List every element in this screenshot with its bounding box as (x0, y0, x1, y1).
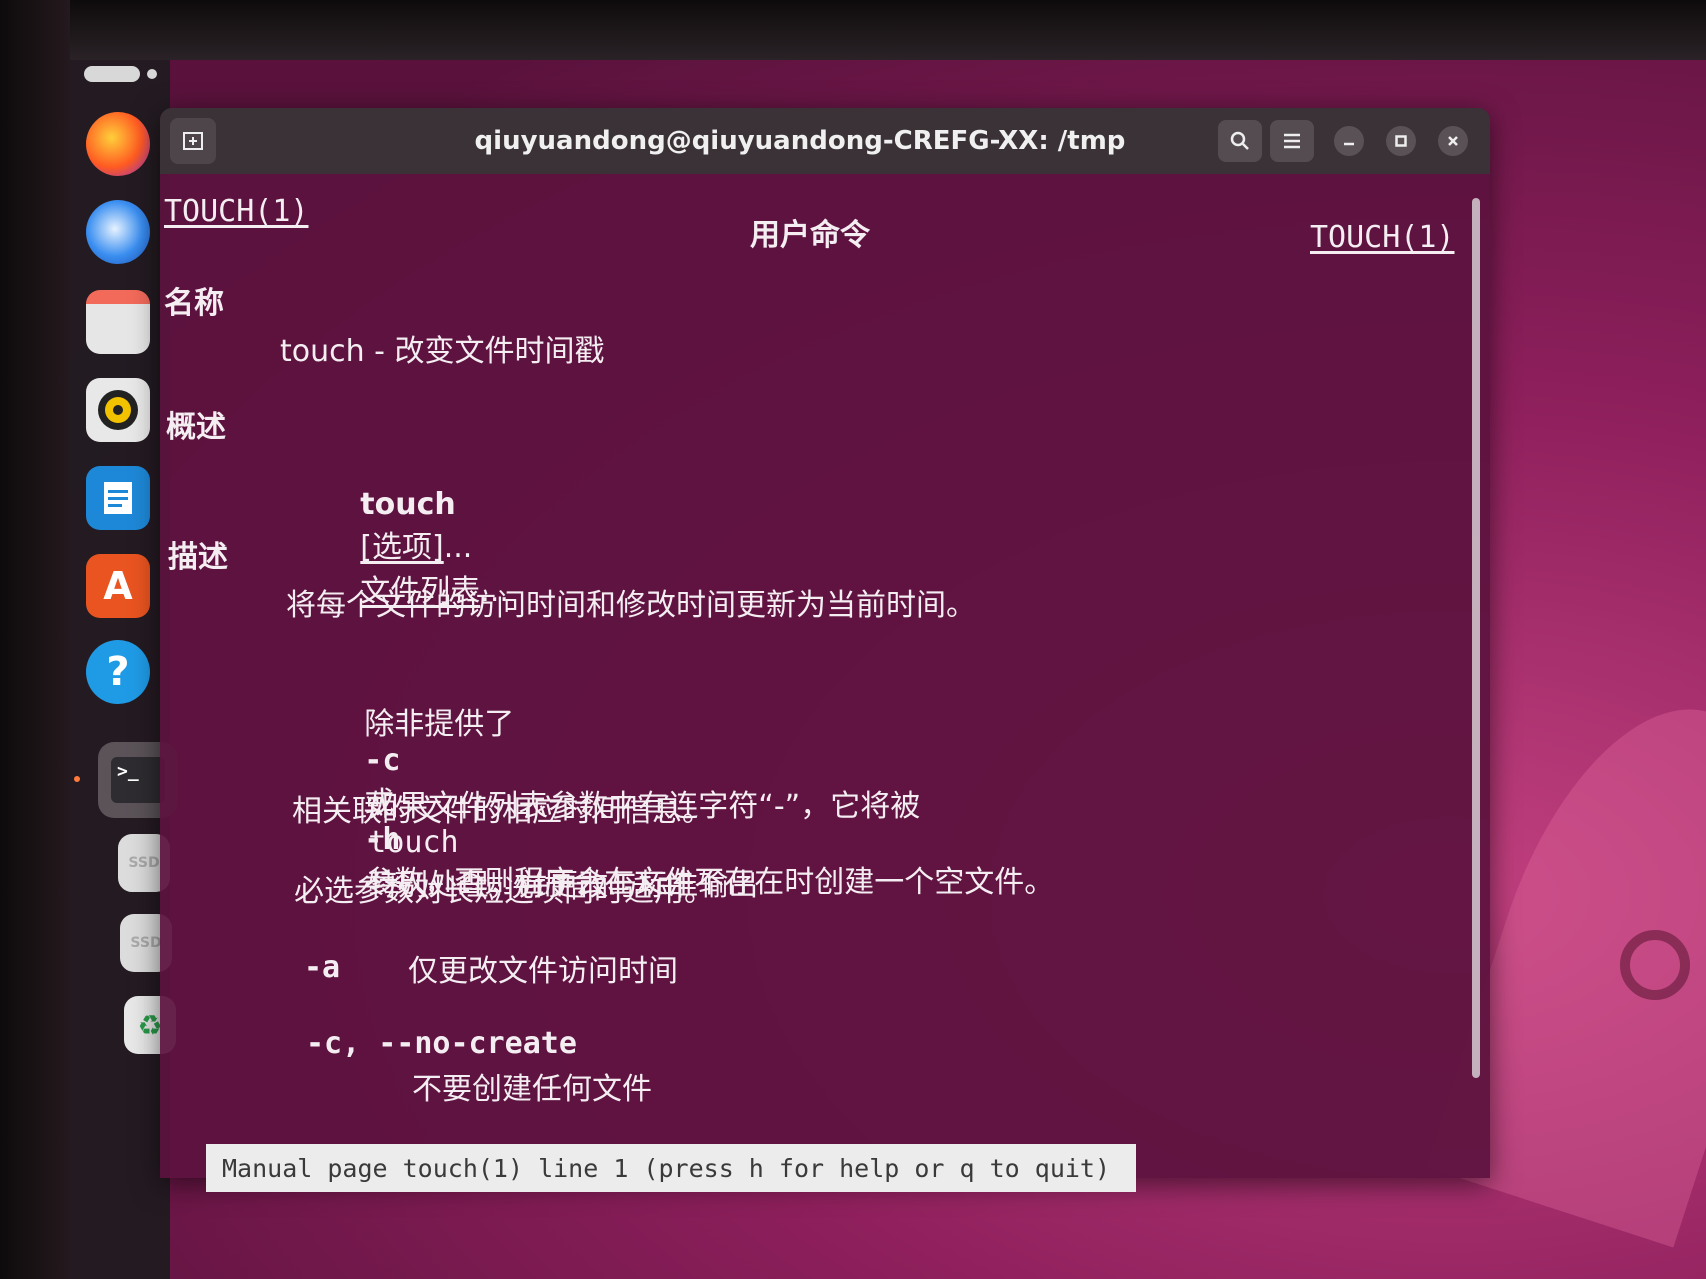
section-heading-name: 名称 (164, 286, 224, 321)
option-c-no-create: -c, --no-create (306, 1026, 577, 1061)
description-line: 将每个文件的访问时间和修改时间更新为当前时间。 (286, 588, 976, 623)
activities-button[interactable] (84, 66, 140, 82)
top-bar (0, 0, 1706, 60)
pager-status-line: Manual page touch(1) line 1 (press h for… (206, 1144, 1136, 1192)
running-indicator (74, 776, 80, 782)
scrollbar[interactable] (1472, 198, 1480, 1078)
screen-bezel (0, 0, 70, 1279)
description-line: 相关联的文件的相应时间信息。 (292, 794, 712, 829)
app-center-icon[interactable]: A (86, 554, 150, 618)
option-c-description: 不要创建任何文件 (412, 1072, 652, 1107)
close-button[interactable] (1438, 126, 1468, 156)
man-header-left: TOUCH(1) (164, 194, 309, 229)
minimize-button[interactable] (1334, 126, 1364, 156)
man-header-right: TOUCH(1) (1310, 220, 1455, 255)
terminal-window: qiuyuandong@qiuyuandong-CREFG-XX: /tmp T… (160, 108, 1490, 1178)
workspace-indicator (147, 69, 157, 79)
synopsis-options: [选项] (360, 530, 444, 565)
option-a: -a (304, 950, 341, 985)
terminal-glyph: >_ (111, 757, 165, 803)
minimize-icon (1344, 142, 1354, 146)
rhythmbox-icon[interactable] (86, 378, 150, 442)
wallpaper-shape (1620, 930, 1690, 1000)
window-title: qiuyuandong@qiuyuandong-CREFG-XX: /tmp (474, 126, 1126, 156)
terminal-content[interactable]: TOUCH(1) 用户命令 TOUCH(1) 名称 touch - 改变文件时间… (160, 174, 1490, 1178)
menu-button[interactable] (1270, 120, 1314, 162)
writer-icon[interactable] (86, 466, 150, 530)
maximize-button[interactable] (1386, 126, 1416, 156)
name-line: touch - 改变文件时间戳 (280, 334, 605, 369)
search-icon (1230, 131, 1249, 150)
section-heading-description: 描述 (168, 540, 228, 575)
new-tab-button[interactable] (170, 118, 216, 164)
description-line: 必选参数对长短选项同时适用。 (294, 874, 714, 909)
synopsis-ellipsis: ... (443, 530, 473, 565)
option-a-description: 仅更改文件访问时间 (408, 954, 678, 989)
description-text: 除非提供了 (364, 707, 515, 742)
document-glyph (104, 482, 132, 514)
description-line: 如果文件列表参数中有连字符“-”，它将被 touch 特别处理，并更改与标准输出 (292, 746, 920, 939)
new-tab-icon (183, 132, 203, 150)
desktop: A ? >_ SSD SSD ♻ qiuyuandong@qiuyuandong… (0, 0, 1706, 1279)
command-touch: touch (368, 825, 459, 860)
firefox-icon[interactable] (86, 112, 150, 176)
man-header-center: 用户命令 (750, 218, 870, 253)
title-bar: qiuyuandong@qiuyuandong-CREFG-XX: /tmp (160, 108, 1490, 174)
thunderbird-icon[interactable] (86, 200, 150, 264)
search-button[interactable] (1218, 120, 1262, 162)
synopsis-command: touch (360, 487, 456, 522)
section-heading-synopsis: 概述 (166, 410, 226, 445)
maximize-icon (1395, 135, 1407, 147)
hamburger-icon (1284, 133, 1300, 149)
files-icon[interactable] (86, 290, 150, 354)
close-icon (1448, 136, 1458, 146)
speaker-glyph (98, 390, 138, 430)
help-icon[interactable]: ? (86, 640, 150, 704)
